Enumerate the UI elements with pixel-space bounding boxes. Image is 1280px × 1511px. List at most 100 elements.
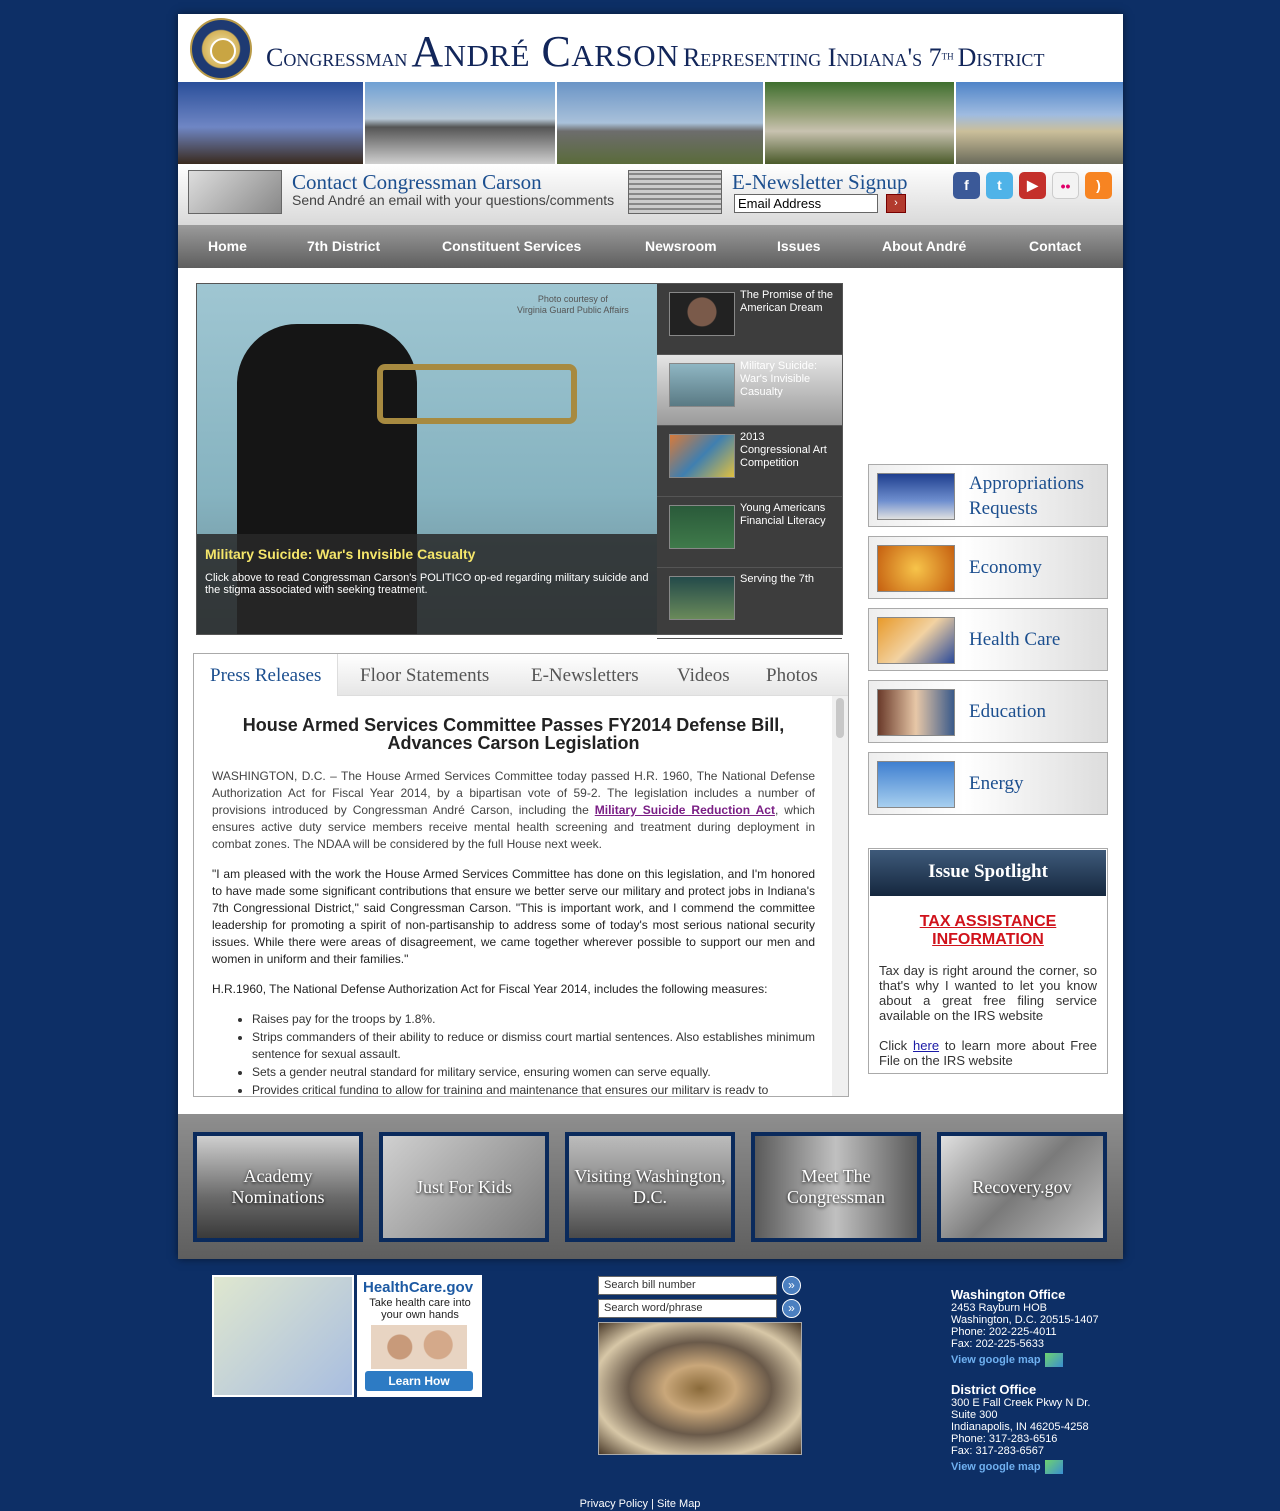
view-google-map-link[interactable]: View google map <box>951 1460 1090 1474</box>
slider-caption: Military Suicide: War's Invisible Casual… <box>197 534 657 634</box>
page-container: Congressman André Carson Representing In… <box>178 14 1123 1259</box>
site-map-link[interactable]: Site Map <box>657 1498 700 1510</box>
issue-economy-button[interactable]: Economy <box>868 536 1108 599</box>
issue-education-button[interactable]: Education <box>868 680 1108 743</box>
flickr-icon[interactable]: •• <box>1052 172 1079 199</box>
footer-links: Privacy Policy | Site Map <box>0 1498 1280 1510</box>
scrollbar-thumb[interactable] <box>836 698 844 738</box>
feature-label: Just For Kids <box>383 1136 545 1238</box>
rss-icon[interactable]: ) <box>1085 172 1112 199</box>
feature-meet-the-congressman[interactable]: Meet The Congressman <box>751 1132 921 1242</box>
issue-label: Economy <box>969 557 1042 578</box>
title-district: District <box>957 43 1045 72</box>
search-word-input[interactable]: Search word/phrase <box>598 1299 777 1318</box>
facebook-icon[interactable]: f <box>953 172 980 199</box>
nav-constituent-services[interactable]: Constituent Services <box>442 225 581 268</box>
article-headline[interactable]: House Armed Services Committee Passes FY… <box>212 716 815 752</box>
feature-visiting-washington-d-c-[interactable]: Visiting Washington, D.C. <box>565 1132 735 1242</box>
nav-newsroom[interactable]: Newsroom <box>645 225 717 268</box>
slider-caption-title[interactable]: Military Suicide: War's Invisible Casual… <box>205 546 475 562</box>
youtube-icon[interactable]: ▶ <box>1019 172 1046 199</box>
issue-image <box>877 689 955 736</box>
slider-item[interactable]: 2013 Congressional Art Competition <box>657 426 842 497</box>
view-map-label: View google map <box>951 1354 1041 1366</box>
slider-item-thumbnail <box>669 363 735 407</box>
search-bill-input[interactable]: Search bill number <box>598 1276 777 1295</box>
issue-label: Education <box>969 701 1047 722</box>
issue-spotlight: Issue Spotlight TAX ASSISTANCE INFORMATI… <box>868 848 1108 1074</box>
photo-porch-flags <box>765 82 956 164</box>
feature-recovery-gov[interactable]: Recovery.gov <box>937 1132 1107 1242</box>
office-name: District Office <box>951 1382 1037 1397</box>
nav-issues[interactable]: Issues <box>777 225 821 268</box>
article-measures-list: Raises pay for the troops by 1.8%.Strips… <box>252 1011 815 1094</box>
tab-e-newsletters[interactable]: E-Newsletters <box>531 654 639 696</box>
view-map-label: View google map <box>951 1461 1041 1473</box>
twitter-icon[interactable]: t <box>986 172 1013 199</box>
learn-how-button[interactable]: Learn How <box>365 1371 473 1391</box>
spotlight-title-link[interactable]: TAX ASSISTANCE INFORMATION <box>879 913 1097 949</box>
house-seal-logo[interactable] <box>190 18 252 80</box>
privacy-policy-link[interactable]: Privacy Policy <box>580 1498 648 1510</box>
slider-item[interactable]: The Promise of the American Dream <box>657 284 842 355</box>
view-google-map-link[interactable]: View google map <box>951 1353 1099 1367</box>
featured-slider: Photo courtesy of Virginia Guard Public A… <box>196 283 843 639</box>
measure-item: Strips commanders of their ability to re… <box>252 1029 815 1063</box>
contact-bar: Contact Congressman Carson Send André an… <box>178 164 1123 225</box>
slider-item[interactable]: Serving the 7th <box>657 568 842 639</box>
tab-photos[interactable]: Photos <box>766 654 818 696</box>
issue-energy-button[interactable]: Energy <box>868 752 1108 815</box>
slider-item-title: The Promise of the American Dream <box>740 289 833 314</box>
slider-caption-description: Click above to read Congressman Carson's… <box>205 572 649 596</box>
press-release-article: House Armed Services Committee Passes FY… <box>212 716 815 1094</box>
healthcare-gov-banner[interactable]: HealthCare.gov Take health care into you… <box>357 1275 482 1397</box>
tab-floor-statements[interactable]: Floor Statements <box>360 654 489 696</box>
feature-boxes: Academy Nominations Just For Kids Visiting… <box>178 1114 1123 1259</box>
title-prefix: Congressman <box>266 43 408 72</box>
nav-home[interactable]: Home <box>208 225 247 268</box>
slider-item[interactable]: Military Suicide: War's Invisible Casual… <box>657 355 842 426</box>
military-suicide-act-link[interactable]: Military Suicide Reduction Act <box>595 803 775 817</box>
slider-item[interactable]: Young Americans Financial Literacy <box>657 497 842 568</box>
trumpet-shape <box>377 364 577 424</box>
tab-videos[interactable]: Videos <box>677 654 730 696</box>
contact-keyboard-image[interactable] <box>188 170 282 214</box>
tab-bar: Press Releases Floor Statements E-Newslett… <box>194 654 848 696</box>
article-scrollbar[interactable] <box>832 696 848 1096</box>
photo-credit: Photo courtesy of Virginia Guard Public A… <box>517 294 629 315</box>
tab-press-releases[interactable]: Press Releases <box>194 654 339 696</box>
map-icon <box>1044 1353 1063 1367</box>
feature-label: Academy Nominations <box>197 1136 359 1238</box>
site-title[interactable]: Congressman André Carson Representing In… <box>266 26 1044 77</box>
issue-health-care-button[interactable]: Health Care <box>868 608 1108 671</box>
issue-label: Appropriations Requests <box>969 473 1085 519</box>
office-address-line: Suite 300 <box>951 1409 998 1421</box>
search-bill-button[interactable]: » <box>782 1276 801 1295</box>
feature-label: Visiting Washington, D.C. <box>569 1136 731 1238</box>
title-name: André Carson <box>411 27 679 76</box>
issue-label: Energy <box>969 773 1024 794</box>
article-paragraph-3: H.R.1960, The National Defense Authoriza… <box>212 982 768 996</box>
issue-image <box>877 545 955 592</box>
office-address-line: 300 E Fall Creek Pkwy N Dr. <box>951 1397 1091 1409</box>
district-map-image[interactable] <box>212 1275 354 1397</box>
capitol-dome-image <box>598 1322 802 1455</box>
slider-main-image[interactable]: Photo courtesy of Virginia Guard Public A… <box>197 284 657 634</box>
issue-appropriations-requests-button[interactable]: Appropriations Requests <box>868 464 1108 527</box>
search-word-button[interactable]: » <box>782 1299 801 1318</box>
measure-item: Provides critical funding to allow for t… <box>252 1082 815 1094</box>
nav-7th-district[interactable]: 7th District <box>307 225 380 268</box>
nav-about-andr-[interactable]: About André <box>882 225 966 268</box>
slider-item-title: Military Suicide: War's Invisible Casual… <box>740 360 818 398</box>
newsletter-submit-button[interactable]: › <box>886 194 906 213</box>
office-address-line: 2453 Rayburn HOB <box>951 1302 1047 1314</box>
social-icons: f t ▶ ••) <box>953 172 1112 199</box>
photo-monument <box>178 82 365 164</box>
spotlight-here-link[interactable]: here <box>913 1038 939 1053</box>
slider-item-title: 2013 Congressional Art Competition <box>740 431 827 469</box>
newsletter-email-input[interactable]: Email Address <box>734 194 878 213</box>
measure-item: Sets a gender neutral standard for milit… <box>252 1064 815 1081</box>
feature-academy-nominations[interactable]: Academy Nominations <box>193 1132 363 1242</box>
nav-contact[interactable]: Contact <box>1029 225 1081 268</box>
feature-just-for-kids[interactable]: Just For Kids <box>379 1132 549 1242</box>
